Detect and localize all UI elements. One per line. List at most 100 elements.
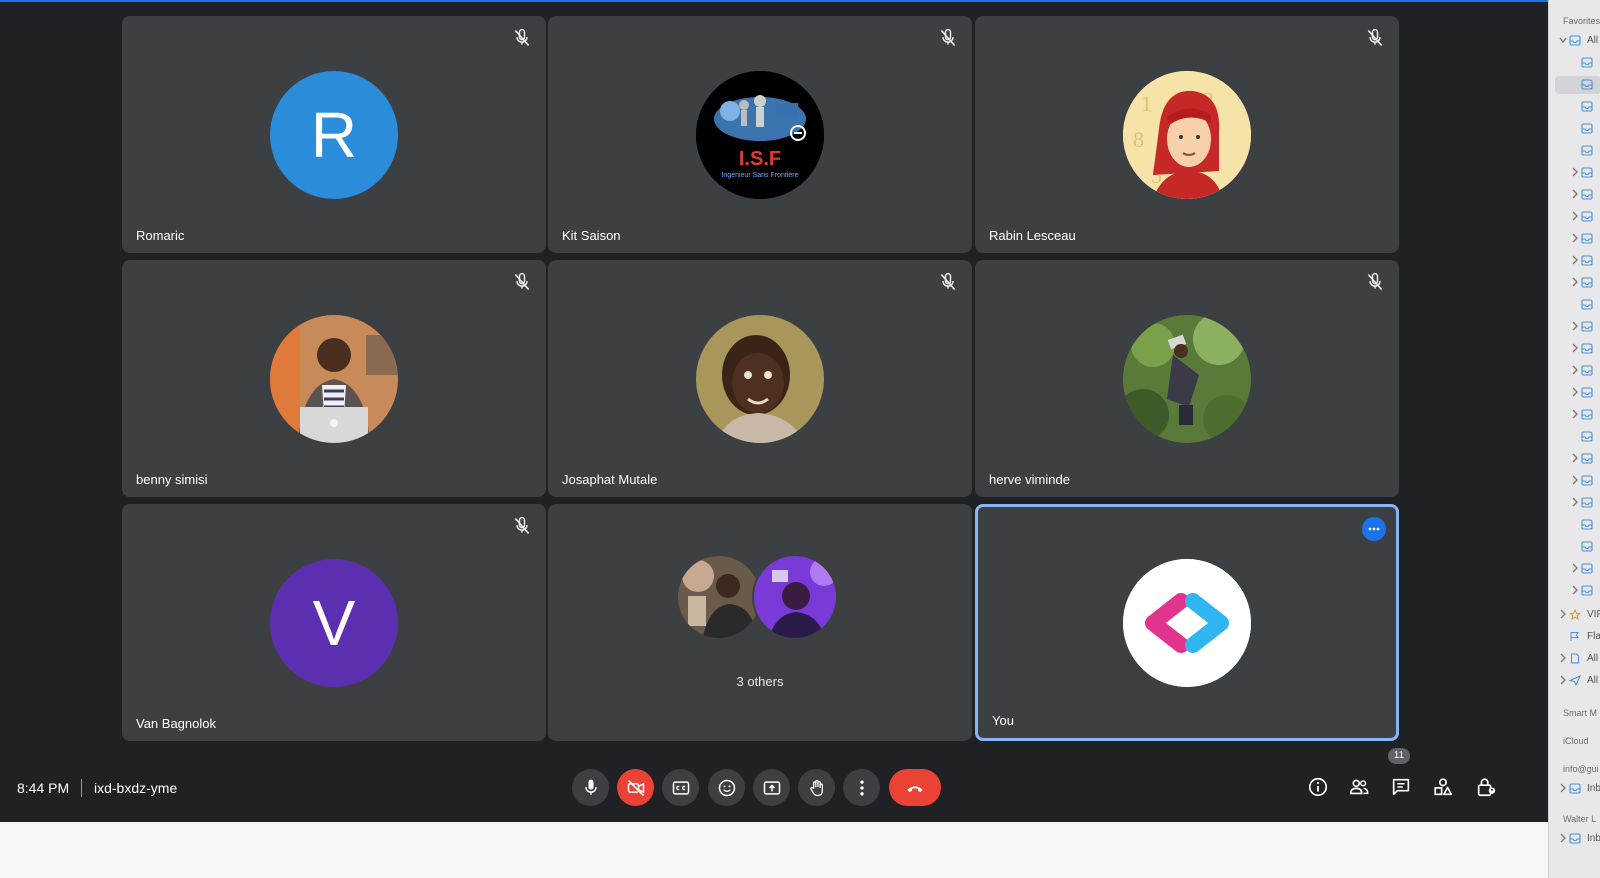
mailbox-item[interactable] xyxy=(1549,164,1600,182)
svg-text:1: 1 xyxy=(1141,91,1152,116)
inbox-icon xyxy=(1569,35,1581,46)
mailbox-item[interactable] xyxy=(1549,428,1600,446)
mailbox-vip[interactable]: VIP xyxy=(1549,606,1600,624)
chevron-right-icon xyxy=(1572,255,1578,265)
activities-button[interactable] xyxy=(1426,770,1460,804)
mail-section-favorites: Favorites xyxy=(1563,16,1600,26)
avatar: 1 2 8 5 xyxy=(1123,70,1251,199)
mailbox-item[interactable] xyxy=(1549,560,1600,578)
mail-section-account: info@gui xyxy=(1563,764,1599,774)
participant-tile-benny-simisi[interactable]: benny simisi xyxy=(122,260,546,497)
participant-tile-rabin-lesceau[interactable]: 1 2 8 5 Rabin Lesceau xyxy=(975,16,1399,253)
chevron-right-icon xyxy=(1572,211,1578,221)
participant-name: herve viminde xyxy=(989,472,1070,487)
more-options-button[interactable] xyxy=(843,769,880,806)
inbox-icon xyxy=(1581,453,1593,464)
participant-name: Romaric xyxy=(136,228,185,243)
mailbox-all-sent[interactable]: All xyxy=(1549,672,1600,690)
mailbox-item[interactable] xyxy=(1549,406,1600,424)
avatar-initial: R xyxy=(310,98,358,171)
raise-hand-button[interactable] xyxy=(798,769,835,806)
more-options-icon xyxy=(859,780,864,795)
logo-text: I.S.F xyxy=(739,148,781,170)
mailbox-item[interactable] xyxy=(1549,296,1600,314)
mail-section-icloud: iCloud xyxy=(1563,736,1589,746)
mailbox-item[interactable] xyxy=(1549,274,1600,292)
mailbox-item[interactable] xyxy=(1549,538,1600,556)
avatar xyxy=(1123,314,1251,443)
inbox-icon xyxy=(1581,189,1593,200)
mic-off-icon xyxy=(1365,28,1385,48)
captions-button[interactable] xyxy=(662,769,699,806)
svg-text:8: 8 xyxy=(1133,127,1144,152)
meeting-details-button[interactable] xyxy=(1301,770,1335,804)
mailbox-item[interactable] xyxy=(1549,340,1600,358)
inbox-icon xyxy=(1581,79,1593,90)
mailbox-item[interactable] xyxy=(1549,186,1600,204)
mailbox-item[interactable] xyxy=(1549,384,1600,402)
mailbox-item[interactable] xyxy=(1549,516,1600,534)
host-controls-button[interactable] xyxy=(1469,770,1503,804)
mailbox-label: VIP xyxy=(1587,609,1600,620)
people-button[interactable] xyxy=(1342,770,1376,804)
emoji-button[interactable] xyxy=(708,769,745,806)
chat-button[interactable] xyxy=(1384,770,1418,804)
mailbox-item[interactable] xyxy=(1549,252,1600,270)
mailbox-all-drafts[interactable]: All xyxy=(1549,650,1600,668)
mail-section-smart-mailboxes: Smart M xyxy=(1563,708,1598,718)
chat-icon xyxy=(1392,778,1410,796)
mailbox-inbox[interactable]: Inb xyxy=(1549,780,1600,798)
microphone-icon xyxy=(584,779,597,795)
participant-tile-kit-saison[interactable]: I.S.F Ingénieur Sans Frontière Kit Saiso… xyxy=(548,16,972,253)
participant-tile-herve-viminde[interactable]: herve viminde xyxy=(975,260,1399,497)
more-horizontal-icon xyxy=(1368,527,1380,531)
mic-off-icon xyxy=(512,516,532,536)
star-icon xyxy=(1569,609,1581,620)
inbox-icon xyxy=(1581,211,1593,222)
chevron-right-icon xyxy=(1572,497,1578,507)
mailbox-item[interactable] xyxy=(1549,120,1600,138)
camera-button[interactable] xyxy=(617,769,654,806)
mailbox-flagged[interactable]: Fla xyxy=(1549,628,1600,646)
mailbox-item[interactable] xyxy=(1549,318,1600,336)
participant-tile-josaphat-mutale[interactable]: Josaphat Mutale xyxy=(548,260,972,497)
chevron-right-icon xyxy=(1572,409,1578,419)
mic-off-icon xyxy=(938,272,958,292)
mailbox-item[interactable] xyxy=(1549,230,1600,248)
participant-name: benny simisi xyxy=(136,472,208,487)
others-tile[interactable]: 3 others xyxy=(548,504,972,741)
avatar: I.S.F Ingénieur Sans Frontière xyxy=(696,70,824,199)
inbox-icon xyxy=(1581,475,1593,486)
participant-tile-van-bagnolok[interactable]: V Van Bagnolok xyxy=(122,504,546,741)
mic-off-icon xyxy=(938,28,958,48)
self-more-options-button[interactable] xyxy=(1362,517,1386,541)
leave-call-button[interactable] xyxy=(889,769,941,806)
mailbox-item[interactable] xyxy=(1549,582,1600,600)
mailbox-label: All xyxy=(1587,35,1599,46)
mailbox-item[interactable] xyxy=(1549,472,1600,490)
mailbox-item[interactable] xyxy=(1549,98,1600,116)
mailbox-all-inboxes[interactable]: All xyxy=(1549,32,1600,50)
present-icon xyxy=(763,780,780,795)
mailbox-item[interactable] xyxy=(1549,54,1600,72)
mailbox-label: Inb xyxy=(1587,783,1600,794)
mailbox-item-selected[interactable] xyxy=(1555,76,1600,94)
mailbox-inbox[interactable]: Inb xyxy=(1549,830,1600,848)
chevron-right-icon xyxy=(1572,343,1578,353)
mailbox-label: Fla xyxy=(1587,631,1600,642)
mailbox-label: All xyxy=(1587,653,1599,664)
mailbox-item[interactable] xyxy=(1549,450,1600,468)
participant-name: Kit Saison xyxy=(562,228,621,243)
avatar xyxy=(752,554,838,640)
microphone-button[interactable] xyxy=(572,769,609,806)
mailbox-item[interactable] xyxy=(1549,494,1600,512)
avatar: R xyxy=(270,70,398,199)
mailbox-item[interactable] xyxy=(1549,142,1600,160)
self-tile[interactable]: You xyxy=(975,504,1399,741)
mailbox-item[interactable] xyxy=(1549,208,1600,226)
participant-tile-romaric[interactable]: R Romaric xyxy=(122,16,546,253)
mailbox-item[interactable] xyxy=(1549,362,1600,380)
present-button[interactable] xyxy=(753,769,790,806)
captions-icon xyxy=(672,780,689,795)
avatar xyxy=(676,554,762,640)
